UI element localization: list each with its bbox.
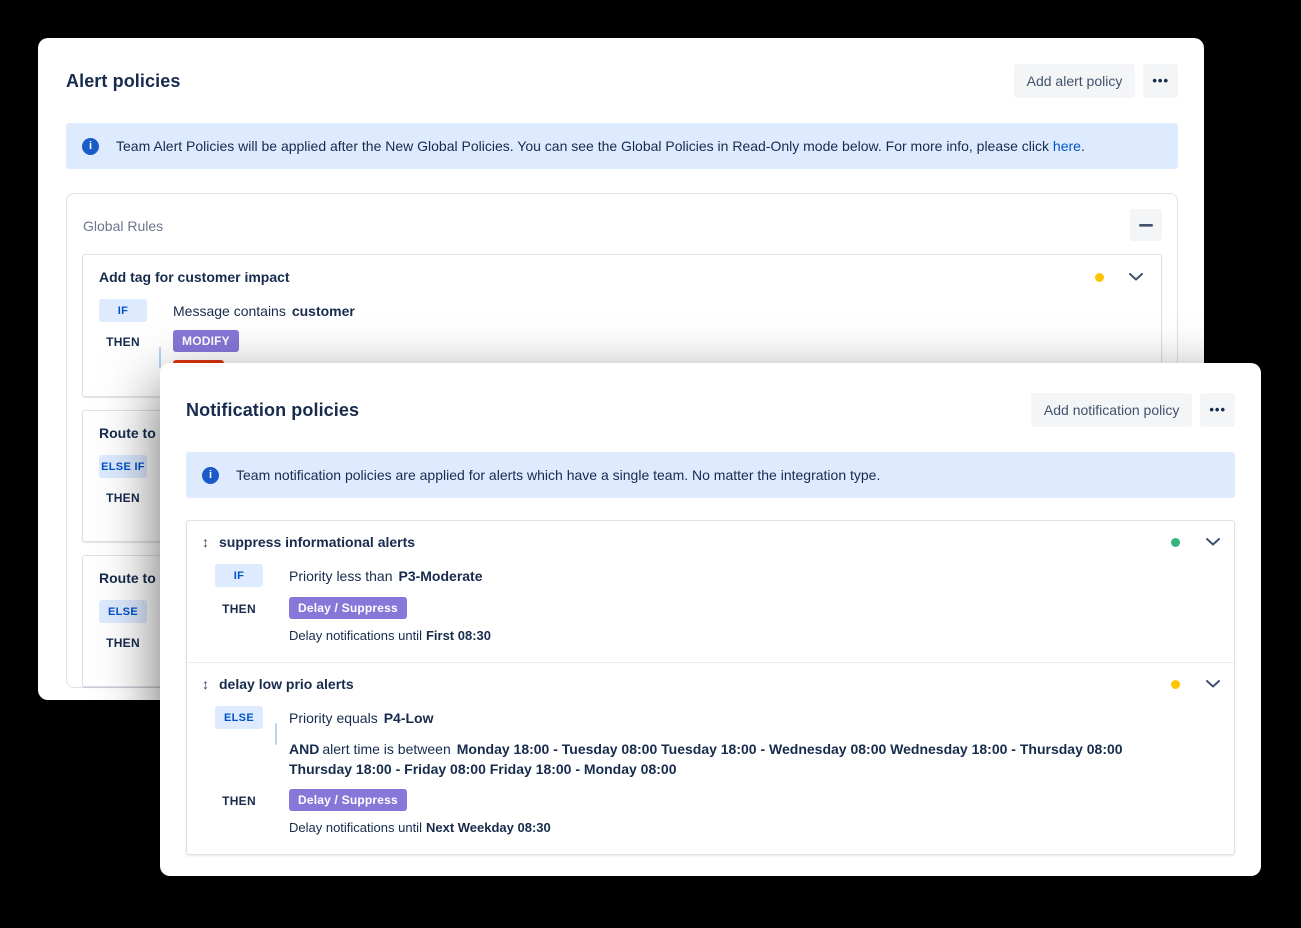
if-badge: IF xyxy=(215,564,263,587)
policy-header: ↕ delay low prio alerts xyxy=(199,676,1222,692)
page-background: Alert policies Add alert policy ••• i Te… xyxy=(0,0,1301,928)
notification-panel-header: Notification policies Add notification p… xyxy=(186,393,1235,427)
rule-name: Route to S xyxy=(99,570,169,586)
policy-name: delay low prio alerts xyxy=(219,676,354,692)
policy-name: suppress informational alerts xyxy=(219,534,415,550)
if-badge: IF xyxy=(99,299,147,322)
and-condition-text: ANDalert time is betweenMonday 18:00 - T… xyxy=(289,737,1134,779)
condition-text: Priority equals P4-Low xyxy=(289,706,1222,728)
minus-icon xyxy=(1139,224,1153,227)
condition-label: Priority equals xyxy=(289,710,378,726)
info-icon: i xyxy=(82,138,99,155)
and-condition-label: alert time is between xyxy=(322,741,450,757)
status-dot xyxy=(1171,680,1180,689)
delay-suppress-badge: Delay / Suppress xyxy=(289,789,407,811)
page-title: Alert policies xyxy=(66,71,180,92)
condition-label: Priority less than xyxy=(289,568,392,584)
status-dot xyxy=(1171,538,1180,547)
page-title: Notification policies xyxy=(186,400,359,421)
condition-row: IF Priority less than P3-Moderate xyxy=(215,564,1222,587)
then-row: THEN Delay / Suppress xyxy=(215,789,1222,811)
action-detail-label: Delay notifications until xyxy=(289,820,422,835)
notification-policy-row: ↕ suppress informational alerts IF Prior… xyxy=(187,521,1234,662)
status-dot xyxy=(1095,273,1104,282)
condition-row: ELSE Priority equals P4-Low xyxy=(215,706,1222,729)
bullet-cell xyxy=(263,789,289,811)
condition-label: Message contains xyxy=(173,303,286,319)
action-detail-value: First 08:30 xyxy=(426,628,491,643)
delay-suppress-badge: Delay / Suppress xyxy=(289,597,407,619)
info-icon: i xyxy=(202,467,219,484)
action-detail-row: Delay notifications until First 08:30 xyxy=(215,627,1222,644)
expand-policy-button[interactable] xyxy=(1204,678,1222,690)
bullet-cell xyxy=(263,564,289,587)
action-detail-row: Delay notifications until Next Weekday 08… xyxy=(215,819,1222,836)
action-detail-text: Delay notifications until Next Weekday 08… xyxy=(289,819,1222,836)
banner-text-part: Team Alert Policies will be applied afte… xyxy=(116,138,1053,154)
more-options-icon[interactable]: ••• xyxy=(1143,64,1178,98)
policy-header: ↕ suppress informational alerts xyxy=(199,534,1222,550)
chevron-down-icon xyxy=(1206,680,1220,688)
action-cell: Delay / Suppress xyxy=(289,789,1222,811)
rule-name: Add tag for customer impact xyxy=(99,269,290,285)
expand-rule-button[interactable] xyxy=(1127,271,1145,283)
action-cell: Delay / Suppress xyxy=(289,597,1222,619)
chevron-down-icon xyxy=(1129,273,1143,281)
then-label: THEN xyxy=(99,330,147,349)
else-badge: ELSE xyxy=(99,600,147,623)
banner-text-suffix: . xyxy=(1081,138,1085,154)
add-alert-policy-button[interactable]: Add alert policy xyxy=(1014,64,1136,98)
condition-value: P3-Moderate xyxy=(398,568,482,584)
bullet-cell xyxy=(147,299,173,322)
more-options-icon[interactable]: ••• xyxy=(1200,393,1235,427)
action-cell: MODIFY xyxy=(173,330,1145,352)
action-detail-value: Next Weekday 08:30 xyxy=(426,820,551,835)
expand-policy-button[interactable] xyxy=(1204,536,1222,548)
action-detail-text: Delay notifications until First 08:30 xyxy=(289,627,1222,644)
bullet-cell xyxy=(263,597,289,619)
then-row: THEN MODIFY xyxy=(99,330,1145,352)
condition-row: IF Message contains customer xyxy=(99,299,1145,322)
condition-value: customer xyxy=(292,303,355,319)
notification-policy-row: ↕ delay low prio alerts ELSE Priority eq… xyxy=(187,662,1234,854)
drag-handle-icon[interactable]: ↕ xyxy=(202,534,209,550)
then-label: THEN xyxy=(99,486,147,505)
rule-name: Route to p xyxy=(99,425,168,441)
then-row: THEN Delay / Suppress xyxy=(215,597,1222,619)
collapse-button[interactable] xyxy=(1130,209,1162,241)
banner-here-link[interactable]: here xyxy=(1053,138,1081,154)
condition-text: Message contains customer xyxy=(173,299,1145,321)
drag-handle-icon[interactable]: ↕ xyxy=(202,676,209,692)
then-label: THEN xyxy=(215,597,263,616)
and-label: AND xyxy=(289,741,319,757)
else-badge: ELSE xyxy=(215,706,263,729)
bullet-cell-with-connector xyxy=(147,330,173,352)
and-condition-row: ANDalert time is betweenMonday 18:00 - T… xyxy=(215,737,1222,779)
bullet-cell-with-connector xyxy=(263,706,289,729)
else-if-badge: ELSE IF xyxy=(99,455,147,478)
alert-banner-text: Team Alert Policies will be applied afte… xyxy=(116,136,1085,156)
bullet-cell xyxy=(263,737,289,779)
alert-info-banner: i Team Alert Policies will be applied af… xyxy=(66,123,1178,169)
global-rules-title: Global Rules xyxy=(82,209,163,234)
add-notification-policy-button[interactable]: Add notification policy xyxy=(1031,393,1192,427)
notification-policies-list: ↕ suppress informational alerts IF Prior… xyxy=(186,520,1235,855)
modify-action-badge: MODIFY xyxy=(173,330,239,352)
global-rules-header: Global Rules xyxy=(82,209,1162,241)
rule-header: Add tag for customer impact xyxy=(99,269,1145,285)
then-label: THEN xyxy=(99,631,147,650)
notification-banner-text: Team notification policies are applied f… xyxy=(236,465,880,485)
alert-panel-header: Alert policies Add alert policy ••• xyxy=(66,64,1178,98)
alert-header-actions: Add alert policy ••• xyxy=(1014,64,1178,98)
notification-info-banner: i Team notification policies are applied… xyxy=(186,452,1235,498)
condition-text: Priority less than P3-Moderate xyxy=(289,564,1222,586)
notification-header-actions: Add notification policy ••• xyxy=(1031,393,1235,427)
action-detail-label: Delay notifications until xyxy=(289,628,422,643)
chevron-down-icon xyxy=(1206,538,1220,546)
condition-value: P4-Low xyxy=(384,710,434,726)
then-label: THEN xyxy=(215,789,263,808)
notification-policies-panel: Notification policies Add notification p… xyxy=(160,363,1261,876)
